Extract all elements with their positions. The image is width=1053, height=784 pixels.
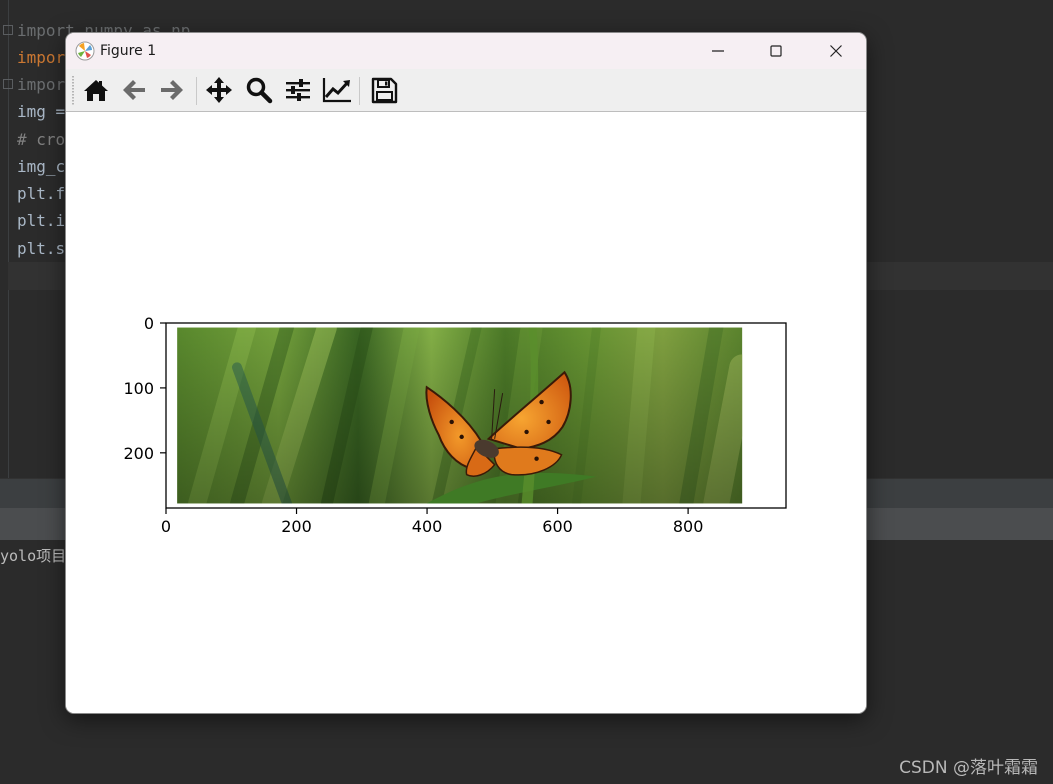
code-line: img_c [17,157,66,176]
sliders-icon [286,79,310,101]
arrow-left-icon [123,80,145,100]
watermark: CSDN @落叶霜霜 [899,758,1038,778]
line-chart-icon [322,78,351,103]
toolbar-separator [359,77,360,105]
plot-area: 0 200 400 600 800 0 100 200 [123,314,787,536]
close-button[interactable] [807,33,865,69]
wing-spot [539,399,544,405]
x-tick-label: 0 [161,517,171,536]
window-title: Figure 1 [100,43,157,59]
code-line: plt.s [17,239,66,258]
toolbar-grip[interactable] [72,76,74,106]
x-tick-label: 600 [542,517,573,536]
close-icon [830,45,842,57]
customize-button[interactable] [320,74,352,106]
maximize-icon [770,45,782,57]
y-tick-label: 0 [144,314,154,333]
code-line: plt.f [17,184,66,203]
zoom-button[interactable] [243,74,275,106]
y-tick-label: 200 [123,444,154,463]
console-output: yolo项目 [0,547,67,565]
toolbar-separator [196,77,197,105]
wing-spot [459,434,464,440]
floppy-disk-icon [371,77,398,104]
back-button[interactable] [118,74,150,106]
subplots-button[interactable] [282,74,314,106]
wing-spot [546,419,551,425]
matplotlib-logo-icon [75,41,95,61]
minimize-icon [712,50,724,52]
code-line: plt.i [17,211,66,230]
figure-canvas[interactable]: 0 200 400 600 800 0 100 200 [66,112,866,713]
displayed-image [177,327,743,504]
x-tick-label: 400 [412,517,443,536]
minimize-button[interactable] [689,33,747,69]
move-icon [206,77,232,103]
figure-window[interactable]: Figure 1 0 200 400 600 800 0 100 200 [66,33,866,713]
magnifier-icon [246,77,273,104]
code-line: impor [17,75,66,94]
y-tick-label: 100 [123,379,154,398]
save-button[interactable] [368,74,400,106]
home-button[interactable] [80,74,112,106]
wing-spot [534,456,539,461]
title-bar[interactable]: Figure 1 [66,33,866,69]
fold-icon[interactable] [3,25,13,35]
code-line: impor [17,48,66,67]
forward-button[interactable] [156,74,188,106]
gutter-line [8,0,9,478]
code-line: img = [17,102,66,121]
code-line: # cro [17,130,66,149]
arrow-right-icon [161,80,183,100]
wing-spot [449,419,454,425]
x-tick-label: 200 [281,517,312,536]
navigation-toolbar [66,69,866,112]
home-icon [84,80,108,101]
maximize-button[interactable] [747,33,805,69]
image-content [177,327,743,504]
x-tick-label: 800 [673,517,704,536]
wing-spot [524,429,529,435]
fold-icon[interactable] [3,79,13,89]
pan-button[interactable] [203,74,235,106]
